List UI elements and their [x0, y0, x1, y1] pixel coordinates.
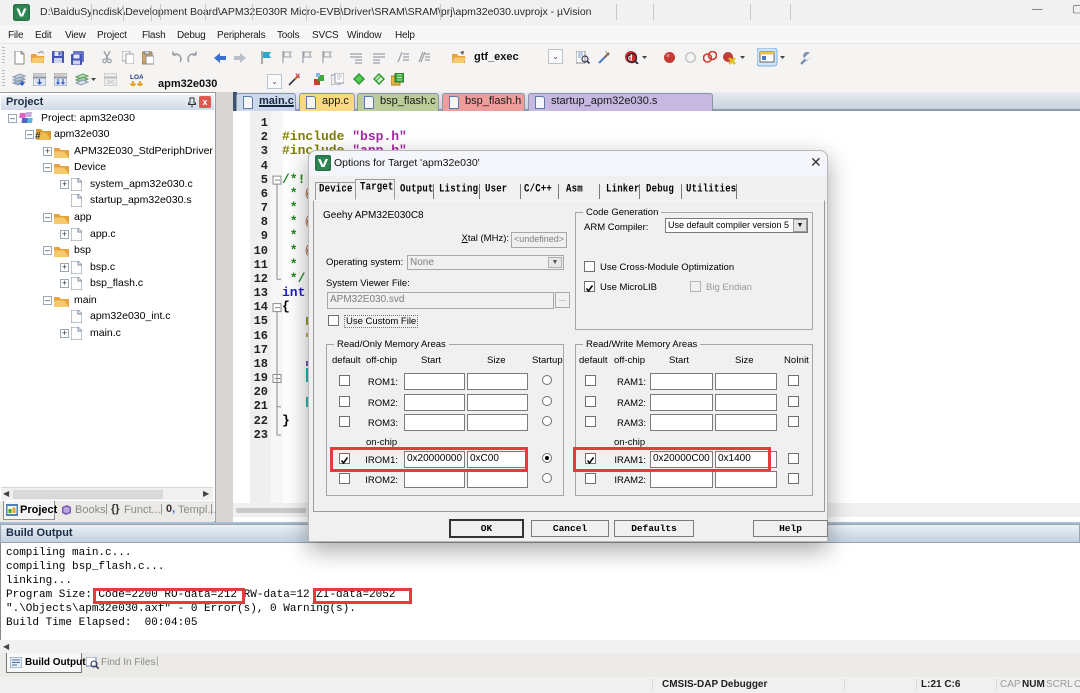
svg-text:LOAD: LOAD [130, 74, 143, 81]
svg-text:#: # [35, 131, 41, 140]
